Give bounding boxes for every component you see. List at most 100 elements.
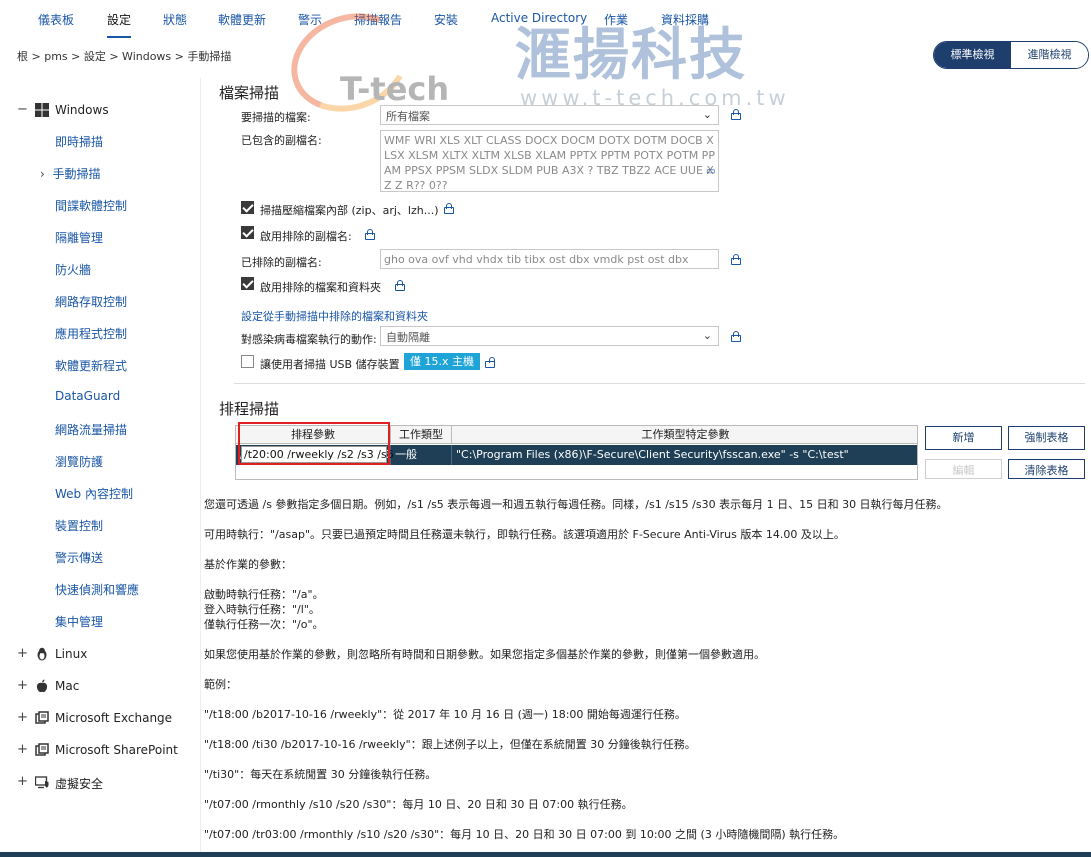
- collapse-icon[interactable]: −: [17, 102, 28, 117]
- nav-status[interactable]: 狀態: [163, 11, 187, 28]
- clear-table-button[interactable]: 清除表格: [1008, 459, 1085, 479]
- lock-icon[interactable]: [731, 254, 741, 265]
- highlight-box: [238, 422, 390, 465]
- sidebar-item-traffic-scan[interactable]: 網路流量掃描: [55, 421, 127, 441]
- enable-excluded-files-checkbox[interactable]: [241, 277, 254, 290]
- expand-icon[interactable]: +: [17, 710, 28, 725]
- help-paragraph: 範例：: [204, 678, 237, 691]
- sidebar-item-label: Microsoft SharePoint: [55, 743, 178, 757]
- sidebar-item-realtime-scan[interactable]: 即時掃描: [55, 133, 103, 153]
- add-button[interactable]: 新增: [925, 426, 1002, 450]
- example-code: "/t18:00 /ti30 /b2017-10-16 /rweekly": [204, 738, 411, 751]
- chevron-down-icon: ⌄: [702, 108, 712, 121]
- expand-icon[interactable]: +: [17, 678, 28, 693]
- sidebar-item-label: DataGuard: [55, 389, 121, 403]
- excluded-ext-input[interactable]: gho ova ovf vhd vhdx tib tibx ost dbx vm…: [380, 249, 719, 269]
- help-example: "/t18:00 /ti30 /b2017-10-16 /rweekly"：跟上…: [204, 736, 696, 752]
- lock-icon[interactable]: [444, 203, 454, 214]
- sidebar-item-dataguard[interactable]: DataGuard: [55, 389, 120, 409]
- chevron-right-icon: ›: [40, 167, 53, 181]
- sidebar-item-alert-forwarding[interactable]: 警示傳送: [55, 549, 103, 569]
- help-example: "/t07:00 /tr03:00 /rmonthly /s10 /s20 /s…: [204, 826, 844, 842]
- sidebar-item-spyware[interactable]: 間諜軟體控制: [55, 197, 127, 217]
- included-ext-label: 已包含的副檔名:: [241, 134, 322, 147]
- breadcrumb: 根 > pms > 設定 > Windows > 手動掃描: [17, 50, 232, 63]
- enable-excluded-ext-label: 啟用排除的副檔名:: [260, 230, 352, 243]
- expand-icon[interactable]: +: [17, 646, 28, 661]
- col-header-task-type[interactable]: 工作類型: [391, 426, 452, 444]
- nav-software-updates[interactable]: 軟體更新: [218, 11, 266, 28]
- example-code: "/ti30": [204, 768, 240, 781]
- example-text: ：每月 10 日、20 日和 30 日 07:00 執行任務。: [391, 798, 633, 811]
- col-header-task-specific-params[interactable]: 工作類型特定參數: [452, 426, 917, 444]
- example-code: "/t07:00 /tr03:00 /rmonthly /s10 /s20 /s…: [204, 828, 440, 841]
- sidebar-item-label: Microsoft Exchange: [55, 711, 173, 725]
- sidebar-item-manual-scan[interactable]: › 手動掃描: [40, 165, 100, 185]
- sidebar-item-central-management[interactable]: 集中管理: [55, 613, 103, 633]
- lock-icon[interactable]: [731, 109, 741, 120]
- sidebar-item-label: 集中管理: [55, 615, 104, 629]
- virtual-security-icon: [35, 776, 49, 789]
- textarea-scroll-icon[interactable]: ▭: [706, 166, 715, 177]
- sidebar-item-edr[interactable]: 快速偵測和響應: [55, 581, 139, 601]
- lock-icon[interactable]: [395, 280, 405, 291]
- scan-compressed-checkbox[interactable]: [241, 201, 254, 214]
- expand-icon[interactable]: +: [17, 742, 28, 757]
- nav-alerts[interactable]: 警示: [298, 11, 322, 28]
- files-to-scan-value: 所有檔案: [386, 110, 430, 123]
- help-paragraph: 您還可透過 /s 參數指定多個日期。例如，/s1 /s5 表示每週一和週五執行每…: [204, 498, 948, 511]
- lock-icon[interactable]: [365, 229, 375, 240]
- nav-dashboard[interactable]: 儀表板: [38, 11, 74, 28]
- help-paragraph: 基於作業的參數：: [204, 558, 292, 571]
- expand-icon[interactable]: +: [17, 774, 28, 789]
- sidebar-item-label: 網路流量掃描: [55, 423, 128, 437]
- unlock-icon[interactable]: [485, 357, 495, 368]
- nav-data-collection[interactable]: 資料採購: [661, 11, 709, 28]
- chevron-down-icon: ⌄: [702, 329, 712, 342]
- sidebar-item-device-control[interactable]: 裝置控制: [55, 517, 103, 537]
- nav-scan-reports[interactable]: 掃描報告: [354, 11, 402, 28]
- excluded-files-link[interactable]: 設定從手動掃描中排除的檔案和資料夾: [241, 308, 428, 324]
- sidebar-item-label: 即時掃描: [55, 135, 104, 149]
- section-divider: [234, 383, 1085, 384]
- sidebar-divider: [200, 78, 201, 856]
- nav-settings[interactable]: 設定: [107, 11, 132, 38]
- linux-icon: [37, 647, 47, 661]
- help-line: 登入時執行任務："/l"。: [204, 603, 320, 616]
- sidebar-item-browsing-protection[interactable]: 瀏覽防護: [55, 453, 103, 473]
- sidebar-item-app-control[interactable]: 應用程式控制: [55, 325, 127, 345]
- sidebar-item-label: Mac: [55, 679, 80, 693]
- edit-button[interactable]: 編輯: [925, 459, 1002, 479]
- lock-icon[interactable]: [731, 331, 741, 342]
- usb-scan-label: 讓使用者掃描 USB 儲存裝置: [260, 358, 400, 371]
- infected-action-value: 自動隔離: [386, 331, 430, 344]
- help-line: 啟動時執行任務："/a"。: [204, 588, 324, 601]
- file-scan-title: 檔案掃描: [219, 84, 280, 102]
- sidebar-item-quarantine[interactable]: 隔離管理: [55, 229, 103, 249]
- advanced-view-button[interactable]: 進階檢視: [1011, 42, 1088, 68]
- server-icon: [35, 711, 49, 724]
- files-to-scan-select[interactable]: 所有檔案 ⌄: [380, 105, 719, 125]
- example-code: "/t18:00 /b2017-10-16 /rweekly": [204, 708, 383, 721]
- nav-active-directory[interactable]: Active Directory: [491, 11, 587, 25]
- force-table-button[interactable]: 強制表格: [1008, 426, 1085, 450]
- scan-compressed-label: 掃描壓縮檔案內部 (zip、arj、lzh...): [260, 204, 439, 217]
- infected-action-select[interactable]: 自動隔離 ⌄: [380, 326, 719, 346]
- usb-scan-checkbox[interactable]: [241, 355, 254, 368]
- example-text: ：跟上述例子以上，但僅在系統閒置 30 分鐘後執行任務。: [410, 738, 696, 751]
- sidebar-item-network-access[interactable]: 網路存取控制: [55, 293, 127, 313]
- sidebar-item-label: 隔離管理: [55, 231, 104, 245]
- sidebar-item-web-content-control[interactable]: Web 內容控制: [55, 485, 133, 505]
- standard-view-button[interactable]: 標準檢視: [934, 42, 1011, 68]
- example-code: "/t07:00 /rmonthly /s10 /s20 /s30": [204, 798, 392, 811]
- sidebar-item-label: 應用程式控制: [55, 327, 128, 341]
- nav-operations[interactable]: 作業: [604, 11, 628, 28]
- sidebar-item-firewall[interactable]: 防火牆: [55, 261, 91, 281]
- included-ext-textarea[interactable]: WMF WRI XLS XLT CLASS DOCX DOCM DOTX DOT…: [380, 130, 719, 192]
- nav-installation[interactable]: 安裝: [434, 11, 458, 28]
- enable-excluded-ext-checkbox[interactable]: [241, 226, 254, 239]
- sidebar-item-software-updater[interactable]: 軟體更新程式: [55, 357, 127, 377]
- table-row-specific-cell[interactable]: "C:\Program Files (x86)\F-Secure\Client …: [452, 445, 917, 465]
- bottom-bar: [0, 852, 1091, 857]
- table-row-type-cell[interactable]: 一般: [391, 445, 452, 465]
